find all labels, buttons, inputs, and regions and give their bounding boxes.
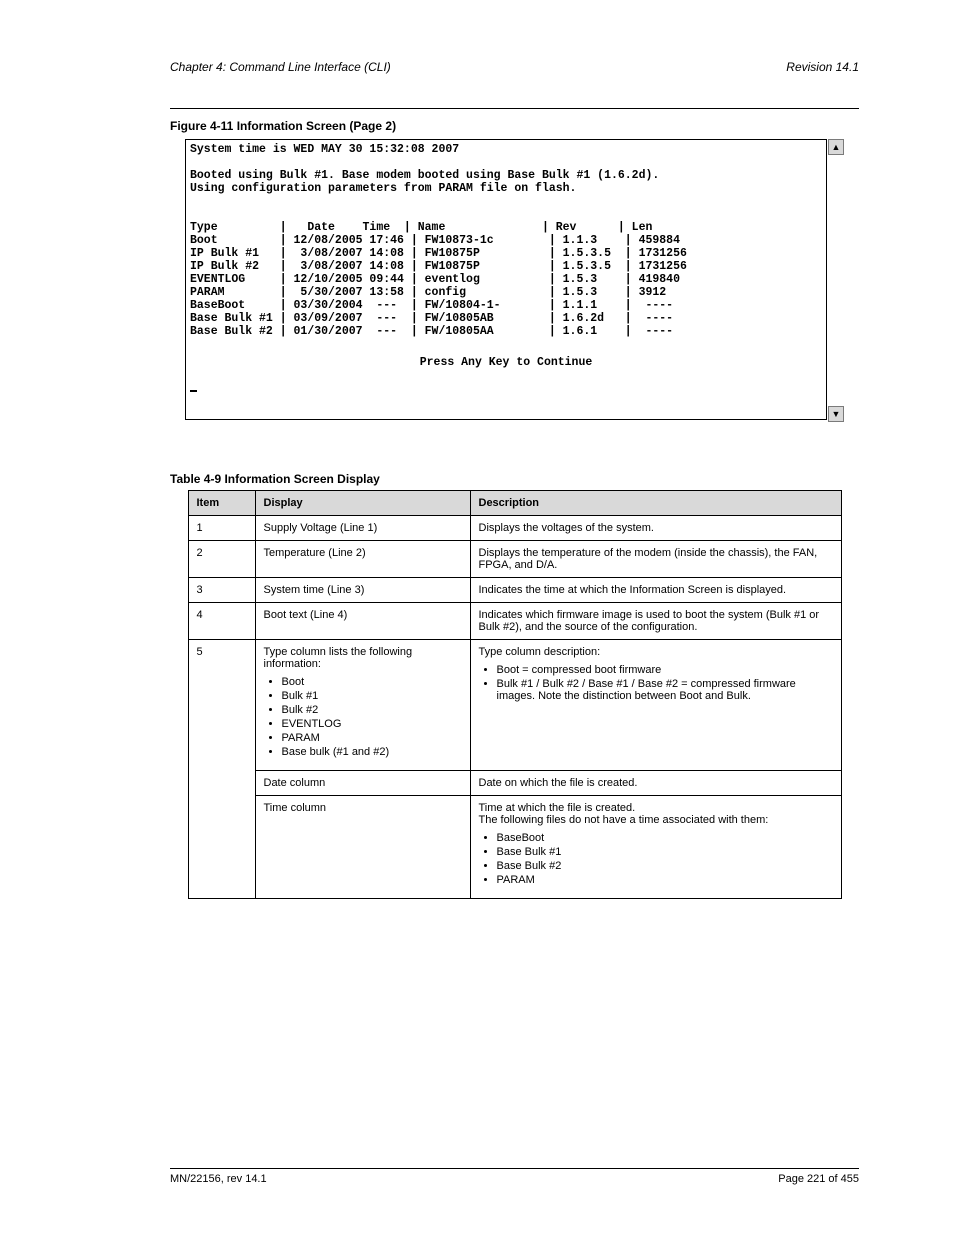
table-row: 2Temperature (Line 2)Displays the temper… bbox=[188, 541, 841, 578]
list-item: Boot bbox=[282, 676, 464, 688]
scroll-down-button[interactable]: ▼ bbox=[828, 406, 844, 422]
info-table: Item Display Description 1Supply Voltage… bbox=[188, 490, 842, 899]
press-any-key: Press Any Key to Continue bbox=[190, 356, 822, 369]
table-cell: Supply Voltage (Line 1) bbox=[255, 516, 470, 541]
list-item: PARAM bbox=[497, 874, 835, 886]
table-cell: Date column bbox=[255, 771, 470, 796]
list-item: Base bulk (#1 and #2) bbox=[282, 746, 464, 758]
list-item: Bulk #2 bbox=[282, 704, 464, 716]
table-row: Date columnDate on which the file is cre… bbox=[188, 771, 841, 796]
scroll-up-button[interactable]: ▲ bbox=[828, 139, 844, 155]
table-cell: 4 bbox=[188, 603, 255, 640]
list-item: Bulk #1 bbox=[282, 690, 464, 702]
table-cell: 2 bbox=[188, 541, 255, 578]
table-cell: System time (Line 3) bbox=[255, 578, 470, 603]
header-rule bbox=[170, 108, 859, 109]
th-display: Display bbox=[255, 491, 470, 516]
table-cell: Date on which the file is created. bbox=[470, 771, 841, 796]
footer-left: MN/22156, rev 14.1 bbox=[170, 1173, 267, 1185]
footer-rule bbox=[170, 1168, 859, 1169]
table-cell: Displays the temperature of the modem (i… bbox=[470, 541, 841, 578]
table-cell: Time column bbox=[255, 796, 470, 899]
list-item: Base Bulk #2 bbox=[497, 860, 835, 872]
table-caption: Table 4-9 Information Screen Display bbox=[170, 472, 859, 486]
header-right: Revision 14.1 bbox=[786, 60, 859, 74]
cursor-icon bbox=[190, 390, 197, 392]
terminal-container: System time is WED MAY 30 15:32:08 2007 … bbox=[185, 139, 844, 422]
list-item: PARAM bbox=[282, 732, 464, 744]
header-left: Chapter 4: Command Line Interface (CLI) bbox=[170, 60, 391, 74]
page-header: Chapter 4: Command Line Interface (CLI) … bbox=[170, 60, 859, 74]
th-item: Item bbox=[188, 491, 255, 516]
terminal-output: System time is WED MAY 30 15:32:08 2007 … bbox=[185, 139, 827, 420]
table-cell: Indicates which firmware image is used t… bbox=[470, 603, 841, 640]
table-cell: Temperature (Line 2) bbox=[255, 541, 470, 578]
table-row: 1Supply Voltage (Line 1)Displays the vol… bbox=[188, 516, 841, 541]
table-cell: Time at which the file is created. The f… bbox=[470, 796, 841, 899]
table-row: 4Boot text (Line 4)Indicates which firmw… bbox=[188, 603, 841, 640]
list-item: Boot = compressed boot firmware bbox=[497, 664, 835, 676]
footer-right: Page 221 of 455 bbox=[778, 1173, 859, 1185]
table-row: Time columnTime at which the file is cre… bbox=[188, 796, 841, 899]
table-cell: 1 bbox=[188, 516, 255, 541]
table-header-row: Item Display Description bbox=[188, 491, 841, 516]
table-cell: Type column lists the following informat… bbox=[255, 640, 470, 771]
list-item: Base Bulk #1 bbox=[497, 846, 835, 858]
table-cell: 3 bbox=[188, 578, 255, 603]
table-row: 5Type column lists the following informa… bbox=[188, 640, 841, 771]
table-cell: Indicates the time at which the Informat… bbox=[470, 578, 841, 603]
figure-caption: Figure 4-11 Information Screen (Page 2) bbox=[170, 119, 859, 133]
list-item: EVENTLOG bbox=[282, 718, 464, 730]
th-description: Description bbox=[470, 491, 841, 516]
list-item: BaseBoot bbox=[497, 832, 835, 844]
table-cell: Boot text (Line 4) bbox=[255, 603, 470, 640]
table-row: 3System time (Line 3)Indicates the time … bbox=[188, 578, 841, 603]
list-item: Bulk #1 / Bulk #2 / Base #1 / Base #2 = … bbox=[497, 678, 835, 702]
table-cell: 5 bbox=[188, 640, 255, 899]
table-cell: Displays the voltages of the system. bbox=[470, 516, 841, 541]
table-cell: Type column description:Boot = compresse… bbox=[470, 640, 841, 771]
page-footer: MN/22156, rev 14.1 Page 221 of 455 bbox=[170, 1168, 859, 1185]
page: Chapter 4: Command Line Interface (CLI) … bbox=[0, 0, 954, 1235]
